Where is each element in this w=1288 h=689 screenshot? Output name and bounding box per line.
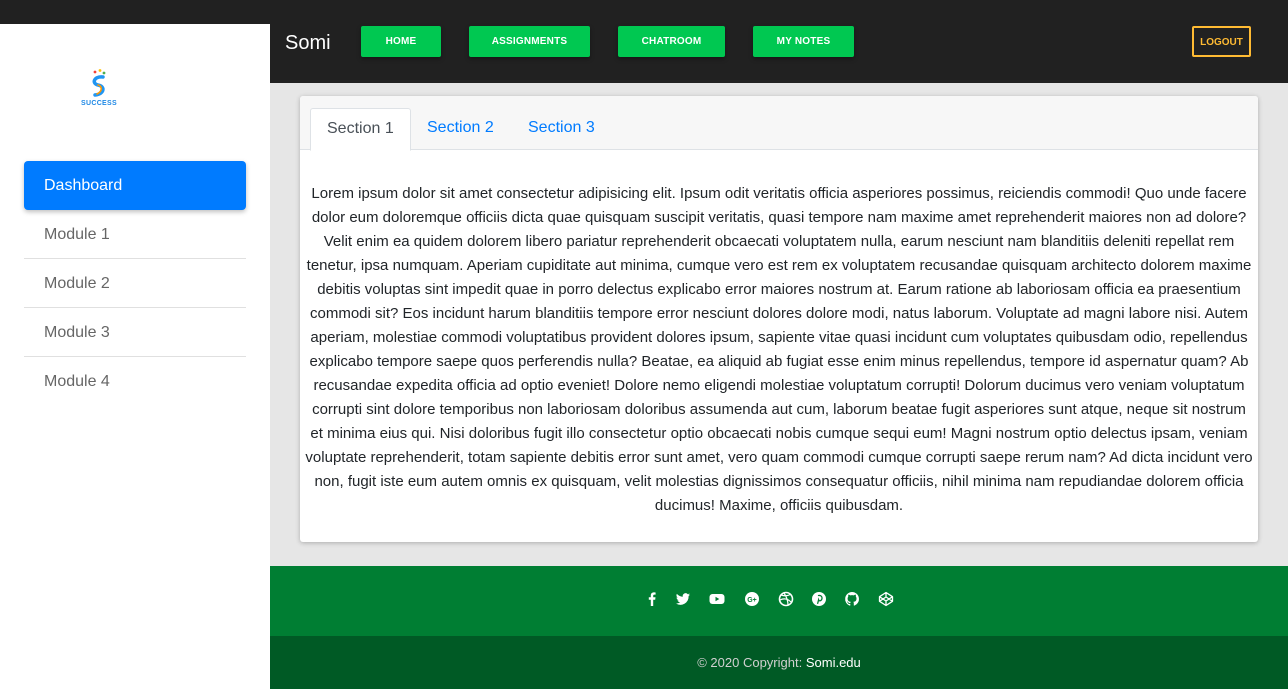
sidebar-item-module-2[interactable]: Module 2	[24, 259, 246, 308]
codepen-icon[interactable]	[878, 591, 894, 607]
twitter-icon[interactable]	[675, 591, 691, 607]
copyright-bar: © 2020 Copyright: Somi.edu	[270, 636, 1288, 689]
chatroom-button[interactable]: CHATROOM	[618, 26, 725, 57]
sidebar-item-module-4[interactable]: Module 4	[24, 357, 246, 406]
my-notes-button[interactable]: MY NOTES	[753, 26, 854, 57]
copyright-text: © 2020 Copyright:	[697, 655, 803, 670]
assignments-button[interactable]: ASSIGNMENTS	[469, 26, 590, 57]
tab-section-1[interactable]: Section 1	[310, 108, 411, 151]
facebook-icon[interactable]	[644, 591, 660, 607]
home-button[interactable]: HOME	[361, 26, 441, 57]
svg-text:G+: G+	[747, 597, 757, 604]
tab-section-3[interactable]: Section 3	[512, 108, 611, 150]
top-strip	[0, 0, 1288, 24]
github-icon[interactable]	[844, 591, 860, 607]
logo-mark-icon	[92, 69, 106, 97]
google-plus-icon[interactable]: G+	[744, 591, 760, 607]
youtube-icon[interactable]	[709, 591, 725, 607]
top-navbar: Somi HOME ASSIGNMENTS CHATROOM MY NOTES …	[270, 24, 1288, 83]
sidebar-item-dashboard[interactable]: Dashboard	[24, 161, 246, 210]
pinterest-icon[interactable]	[811, 591, 827, 607]
section-body-text: Lorem ipsum dolor sit amet consectetur a…	[305, 185, 1253, 514]
footer-social-bar: G+	[270, 566, 1288, 636]
copyright-link[interactable]: Somi.edu	[806, 655, 861, 670]
tab-bar: Section 1 Section 2 Section 3	[300, 96, 1258, 151]
logo-wordmark: SUCCESS	[81, 100, 117, 107]
main-content: Section 1 Section 2 Section 3 Lorem ipsu…	[270, 83, 1288, 566]
logout-button[interactable]: LOGOUT	[1192, 26, 1251, 57]
sidebar: SUCCESS Dashboard Module 1 Module 2 Modu…	[0, 24, 270, 689]
content-card: Section 1 Section 2 Section 3 Lorem ipsu…	[300, 96, 1258, 542]
sidebar-item-module-1[interactable]: Module 1	[24, 210, 246, 259]
tab-section-2[interactable]: Section 2	[411, 108, 510, 150]
sidebar-nav: Dashboard Module 1 Module 2 Module 3 Mod…	[24, 161, 246, 406]
brand-title[interactable]: Somi	[285, 32, 331, 55]
dribbble-icon[interactable]	[778, 591, 794, 607]
sidebar-item-module-3[interactable]: Module 3	[24, 308, 246, 357]
success-logo[interactable]: SUCCESS	[78, 68, 120, 110]
